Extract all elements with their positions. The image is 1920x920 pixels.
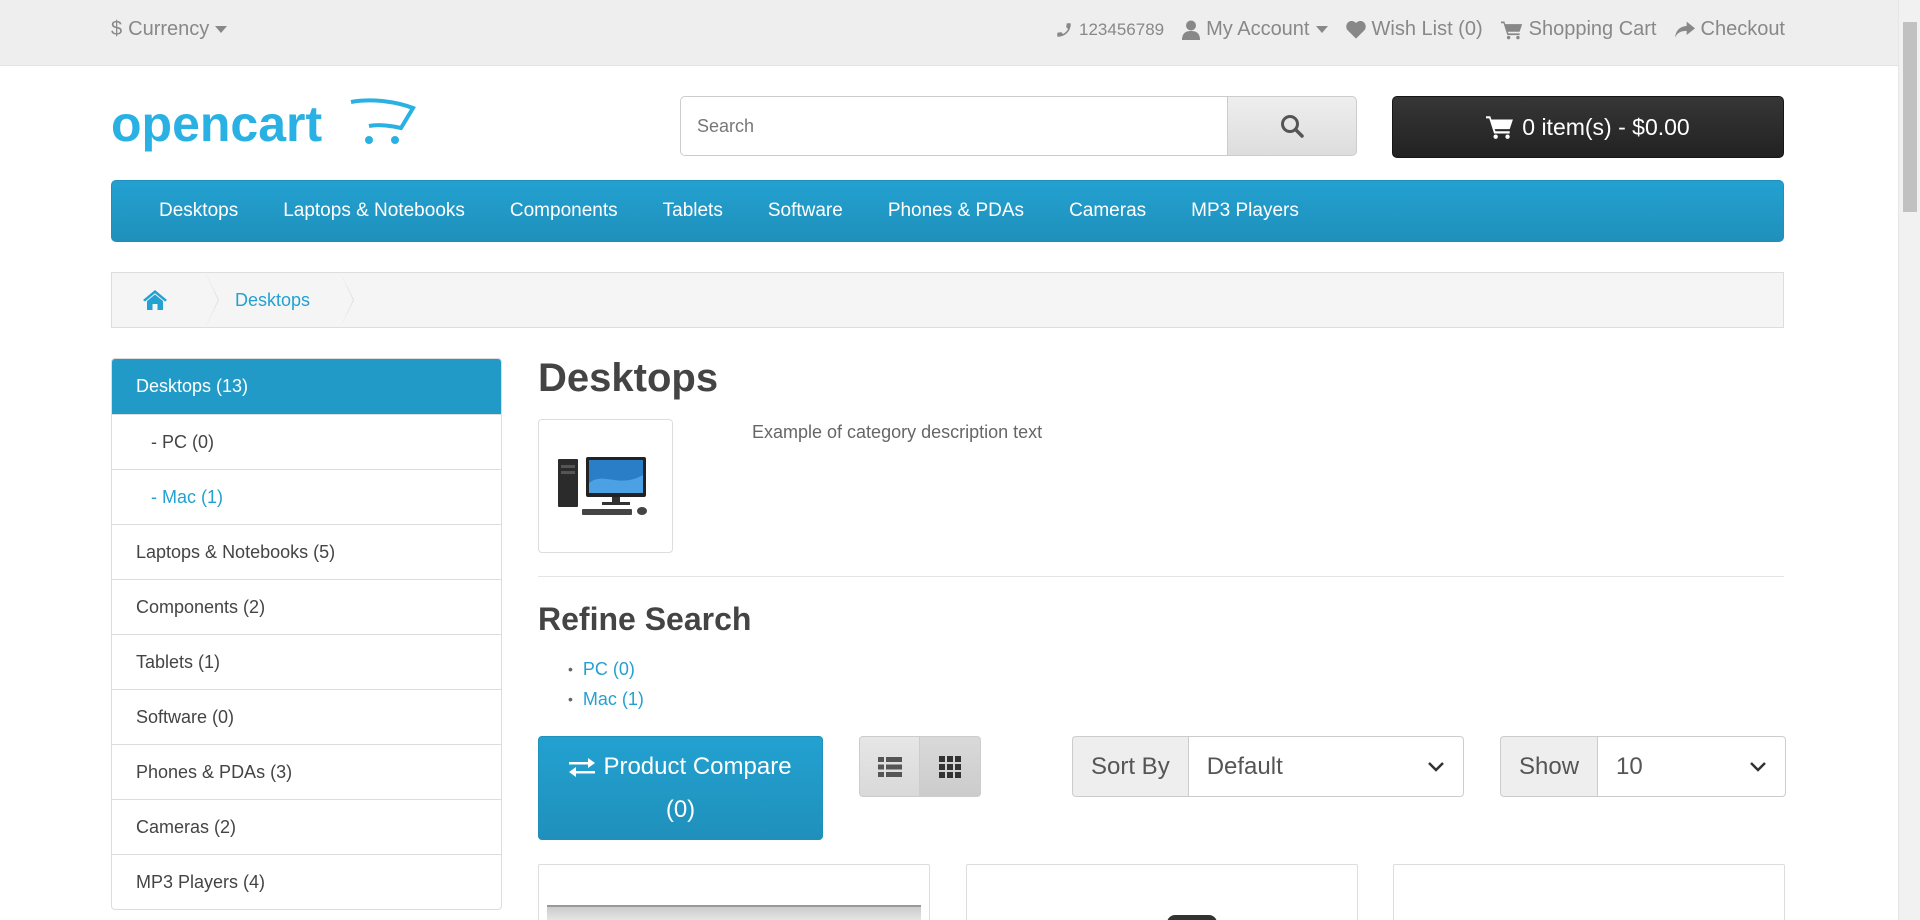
currency-symbol: $ (111, 18, 123, 40)
sidebar-item-laptops[interactable]: Laptops & Notebooks (5) (112, 524, 501, 579)
chevron-down-icon (1750, 761, 1766, 772)
compare-count: (0) (665, 796, 696, 823)
grid-icon (939, 755, 961, 778)
sidebar-item-mp3[interactable]: MP3 Players (4) (112, 854, 501, 909)
wishlist-label: Wish List (0) (1371, 18, 1483, 40)
cart-icon (1486, 116, 1514, 139)
list-item: PC (0) (568, 654, 644, 684)
shopping-cart-label: Shopping Cart (1528, 18, 1657, 40)
phone-link[interactable]: 123456789 (1055, 18, 1164, 41)
search-input[interactable] (680, 96, 1228, 156)
chevron-down-icon (1427, 761, 1444, 772)
opencart-logo[interactable]: opencart (111, 96, 416, 156)
cart-icon (1500, 21, 1522, 39)
menu-item-phones[interactable]: Phones & PDAs (888, 200, 1024, 222)
sort-select-value: Default (1206, 752, 1283, 780)
product-card[interactable] (966, 864, 1358, 920)
scrollbar-thumb[interactable] (1903, 22, 1917, 212)
list-item: Mac (1) (568, 684, 644, 714)
breadcrumb-home[interactable] (112, 272, 219, 328)
desktop-computer-image (557, 457, 647, 515)
menu-item-mp3[interactable]: MP3 Players (1191, 200, 1299, 222)
my-account-dropdown[interactable]: My Account (1182, 18, 1328, 41)
checkout-label: Checkout (1700, 18, 1786, 40)
user-icon (1182, 20, 1201, 40)
category-description: Example of category description text (752, 422, 1043, 442)
product-card[interactable] (538, 864, 930, 920)
list-view-button[interactable] (859, 736, 920, 797)
show-select-value: 10 (1616, 752, 1643, 780)
page-scrollbar[interactable] (1898, 0, 1920, 920)
refine-search-list: PC (0) Mac (1) (568, 654, 644, 714)
breadcrumb-item-desktops[interactable]: Desktops (205, 272, 355, 328)
sidebar-item-components[interactable]: Components (2) (112, 579, 501, 634)
menu-item-laptops[interactable]: Laptops & Notebooks (283, 200, 465, 222)
breadcrumb: Desktops (111, 272, 1784, 328)
my-account-label: My Account (1206, 18, 1310, 40)
menu-item-components[interactable]: Components (510, 200, 618, 222)
category-thumbnail (538, 419, 673, 553)
sidebar-item-pc[interactable]: - PC (0) (112, 414, 501, 469)
sidebar-item-software[interactable]: Software (0) (112, 689, 501, 744)
sidebar-item-mac[interactable]: - Mac (1) (112, 469, 501, 524)
logo-text: opencart (111, 96, 323, 152)
category-sidebar: Desktops (13) - PC (0) - Mac (1) Laptops… (111, 358, 502, 910)
main-menu: Desktops Laptops & Notebooks Components … (111, 180, 1784, 242)
share-icon (1674, 21, 1695, 37)
top-links: 123456789 My Account Wish List (0) Shopp… (1055, 18, 1785, 41)
currency-label: Currency (128, 18, 210, 40)
page-title: Desktops (538, 356, 719, 400)
sidebar-item-phones[interactable]: Phones & PDAs (3) (112, 744, 501, 799)
view-toggle (859, 736, 981, 797)
menu-item-tablets[interactable]: Tablets (663, 200, 723, 222)
caret-down-icon (215, 25, 228, 33)
breadcrumb-current[interactable]: Desktops (235, 290, 310, 311)
logo-image: opencart (111, 96, 416, 152)
search-bar (680, 96, 1357, 156)
product-card[interactable] (1393, 864, 1785, 920)
divider (538, 576, 1784, 577)
compare-line-1: Product Compare (539, 745, 822, 788)
show-select[interactable]: 10 (1597, 736, 1787, 797)
heart-icon (1345, 20, 1366, 39)
home-icon (143, 290, 167, 310)
sidebar-item-tablets[interactable]: Tablets (1) (112, 634, 501, 689)
menu-item-software[interactable]: Software (768, 200, 843, 222)
list-icon (877, 756, 902, 777)
checkout-link[interactable]: Checkout (1674, 18, 1786, 41)
menu-item-desktops[interactable]: Desktops (159, 200, 238, 222)
search-icon (1281, 115, 1304, 138)
wishlist-link[interactable]: Wish List (0) (1345, 18, 1483, 41)
currency-dropdown[interactable]: $ Currency (111, 18, 228, 41)
refine-link-pc[interactable]: PC (0) (583, 659, 635, 680)
top-bar: $ Currency 123456789 My Account Wish Lis… (0, 0, 1898, 66)
refine-link-mac[interactable]: Mac (1) (583, 689, 644, 710)
product-compare-button[interactable]: Product Compare (0) (538, 736, 823, 840)
phone-icon (1057, 22, 1071, 37)
sort-group: Sort By Default (1072, 736, 1464, 797)
cart-button[interactable]: 0 item(s) - $0.00 (1392, 96, 1784, 158)
sidebar-item-desktops[interactable]: Desktops (13) (112, 359, 501, 414)
shopping-cart-link[interactable]: Shopping Cart (1500, 18, 1657, 41)
sidebar-item-cameras[interactable]: Cameras (2) (112, 799, 501, 854)
grid-view-button[interactable] (920, 736, 981, 797)
refine-search-title: Refine Search (538, 601, 752, 637)
phone-number: 123456789 (1079, 19, 1165, 39)
show-group: Show 10 (1500, 736, 1787, 797)
exchange-icon (569, 757, 596, 777)
search-button[interactable] (1228, 96, 1357, 156)
product-image (1167, 915, 1217, 920)
sort-by-label: Sort By (1072, 736, 1188, 797)
sort-select[interactable]: Default (1187, 736, 1464, 797)
show-label: Show (1500, 736, 1598, 797)
menu-item-cameras[interactable]: Cameras (1069, 200, 1146, 222)
product-image (547, 905, 921, 920)
compare-label: Product Compare (603, 753, 792, 780)
cart-total: 0 item(s) - $0.00 (1522, 113, 1690, 140)
caret-down-icon (1315, 25, 1328, 33)
